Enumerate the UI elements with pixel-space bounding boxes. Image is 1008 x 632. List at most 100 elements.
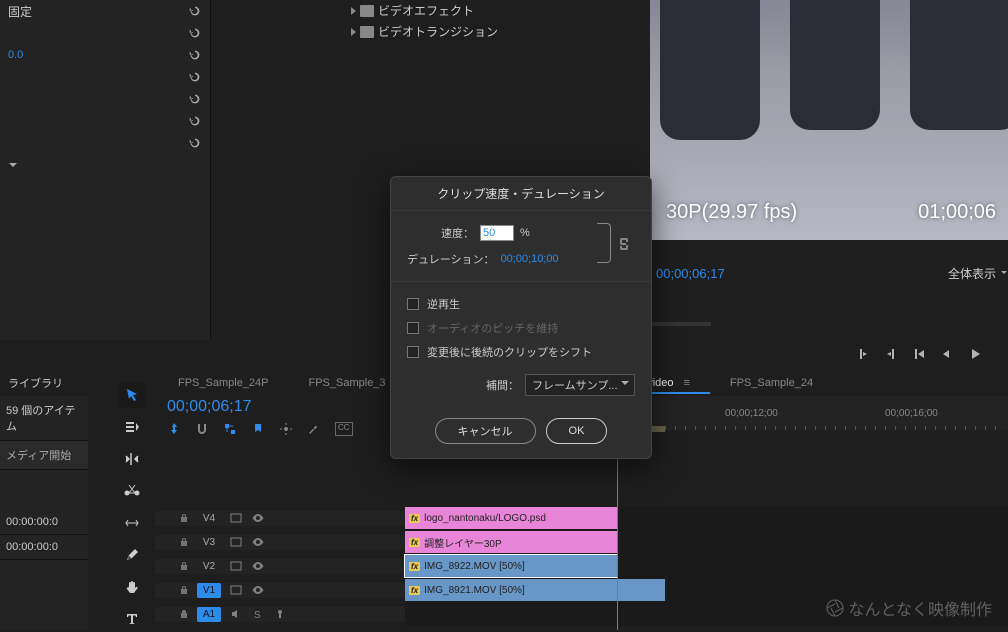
marker-icon[interactable] [251,422,265,436]
track-header[interactable]: V4 [155,511,405,526]
chevron-down-icon[interactable] [8,160,18,170]
timeline-clip[interactable]: fxIMG_8921.MOV [50%] [405,579,665,601]
project-panel: 59 個のアイテム メディア開始 00:00:00:0 00:00:00:0 [0,396,88,630]
link-icon[interactable] [619,237,629,251]
mute-icon[interactable] [229,607,243,621]
toggle-output-icon[interactable] [229,535,243,549]
snap-icon[interactable] [167,422,181,436]
wrench-icon[interactable] [307,422,321,436]
column-header-media-start[interactable]: メディア開始 [0,441,88,470]
type-tool[interactable] [119,606,145,632]
reset-icon[interactable] [188,70,202,84]
ripple-edit-tool[interactable] [119,446,145,472]
razor-tool[interactable] [119,478,145,504]
solo-icon[interactable]: S [251,607,265,621]
param-value[interactable]: 0.0 [8,49,23,61]
hand-tool[interactable] [119,574,145,600]
timeline-clip[interactable]: fxlogo_nantonaku/LOGO.psd [405,507,617,529]
track-label[interactable]: V2 [197,559,221,574]
timeline-timecode[interactable]: 00;00;06;17 [155,396,405,418]
step-back-icon[interactable] [940,347,954,361]
toggle-output-icon[interactable] [229,511,243,525]
play-icon[interactable] [968,347,982,361]
lock-icon[interactable] [179,585,189,595]
eye-icon[interactable] [251,511,265,525]
linked-selection-icon[interactable] [223,422,237,436]
maintain-pitch-label: オーディオのピッチを維持 [427,320,558,336]
track-label[interactable]: V1 [197,583,221,598]
timeline-clip[interactable]: fx IMG_8922.MOV [50%] [405,555,617,577]
speed-input[interactable] [480,225,514,241]
toggle-output-icon[interactable] [229,559,243,573]
checkbox-icon[interactable] [407,298,419,310]
clip-label: IMG_8922.MOV [50%] [424,561,525,572]
track-label[interactable]: A1 [197,607,221,622]
pen-tool[interactable] [119,542,145,568]
folder-video-effects[interactable]: ビデオエフェクト [211,0,650,21]
reverse-checkbox-row[interactable]: 逆再生 [407,292,635,316]
go-to-in-icon[interactable] [912,347,926,361]
magnet-icon[interactable] [195,422,209,436]
slip-tool[interactable] [119,510,145,536]
mark-in-icon[interactable] [856,347,870,361]
eye-icon[interactable] [251,535,265,549]
track-select-tool[interactable] [119,414,145,440]
fx-badge-icon: fx [409,562,420,571]
eye-icon[interactable] [251,583,265,597]
library-tab[interactable]: ライブラリ [0,375,88,391]
track-label[interactable]: V4 [197,511,221,526]
track-header[interactable]: V2 [155,559,405,574]
track-header[interactable]: A1 S [155,607,405,622]
interpolation-select[interactable]: フレームサンプ... [525,374,635,396]
disclosure-triangle-icon[interactable] [351,28,356,36]
reset-icon[interactable] [188,48,202,62]
track-clip-area[interactable]: fx IMG_8922.MOV [50%] [405,554,1008,578]
media-start-value: 00:00:00:0 [0,510,88,535]
dialog-title: クリップ速度・デュレーション [391,177,651,211]
reset-icon[interactable] [188,114,202,128]
reset-icon[interactable] [188,136,202,150]
display-mode-select[interactable]: 全体表示 [948,265,1008,282]
track-header[interactable]: V1 [155,583,405,598]
sequence-tab[interactable]: FPS_Sample_24P [158,372,289,395]
reset-icon[interactable] [188,4,202,18]
selection-tool[interactable] [119,382,145,408]
timeline-clip[interactable]: fx 調整レイヤー30P [405,531,617,553]
folder-video-transitions[interactable]: ビデオトランジション [211,21,650,42]
voiceover-icon[interactable] [273,607,287,621]
playback-timecode[interactable]: 00;00;06;17 [656,266,725,281]
track-header[interactable]: V3 [155,535,405,550]
link-bracket [597,223,611,263]
track-label[interactable]: V3 [197,535,221,550]
fx-badge-icon: fx [409,514,420,523]
clip-label: 調整レイヤー30P [424,535,502,550]
lock-icon[interactable] [179,537,189,547]
ok-button[interactable]: OK [546,418,608,444]
reset-icon[interactable] [188,26,202,40]
program-monitor: 30P(29.97 fps) 01;00;06 [650,0,1008,240]
track-clip-area[interactable]: fxlogo_nantonaku/LOGO.psd [405,506,1008,530]
sequence-tab[interactable]: FPS_Sample_24 [710,372,833,395]
duration-value[interactable]: 00;00;10;00 [501,253,559,265]
sequence-tab[interactable]: FPS_Sample_3 [289,372,406,395]
folder-label: ビデオトランジション [378,23,498,40]
disclosure-triangle-icon[interactable] [351,7,356,15]
eye-icon[interactable] [251,559,265,573]
fx-badge-icon: fx [409,538,420,547]
track-clip-area[interactable]: fx 調整レイヤー30P [405,530,1008,554]
tab-menu-icon[interactable]: ≡ [683,377,689,389]
ripple-checkbox-row[interactable]: 変更後に後続のクリップをシフト [407,340,635,364]
toggle-output-icon[interactable] [229,583,243,597]
cc-icon[interactable]: CC [335,422,353,436]
cancel-button[interactable]: キャンセル [435,418,536,444]
fps-overlay: 30P(29.97 fps) [666,201,797,224]
lock-icon[interactable] [179,561,189,571]
checkbox-icon[interactable] [407,346,419,358]
effect-controls-panel: 固定 0.0 [0,0,210,340]
reset-icon[interactable] [188,92,202,106]
settings-icon[interactable] [279,422,293,436]
lock-icon[interactable] [179,513,189,523]
duration-label: デュレーション： [407,251,495,267]
lock-icon[interactable] [179,609,189,619]
mark-out-icon[interactable] [884,347,898,361]
